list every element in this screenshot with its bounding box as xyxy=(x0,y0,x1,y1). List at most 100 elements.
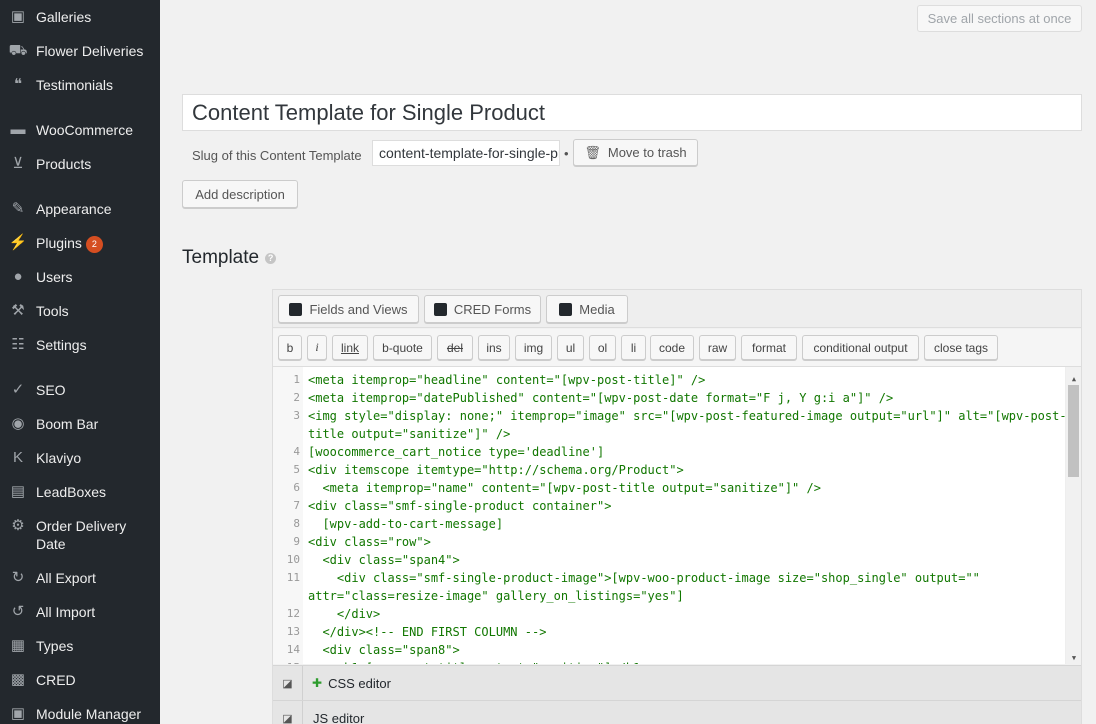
seo-icon: ✓ xyxy=(11,381,25,398)
quicktag-b-button[interactable]: b xyxy=(278,335,302,360)
woocommerce-icon: ▬ xyxy=(10,121,26,138)
sidebar-item-flower-deliveries[interactable]: ⛟ Flower Deliveries xyxy=(0,42,160,60)
pin-icon: ✚ xyxy=(312,676,323,690)
quicktag-format-button[interactable]: format xyxy=(741,335,797,360)
wrench-icon: ⚒ xyxy=(11,302,25,319)
code-text: title output="sanitize"]" /> xyxy=(308,427,511,441)
sidebar-item-seo[interactable]: ✓ SEO xyxy=(0,381,160,399)
sidebar-item-text: Testimonials xyxy=(36,77,114,93)
code-text: [wpv-add-to-cart-message] xyxy=(308,517,504,531)
sidebar-item-cred[interactable]: ▩ CRED xyxy=(0,671,160,689)
fields-and-views-button-label: Fields and Views xyxy=(309,301,408,317)
code-line: 9 <div class="row"> xyxy=(273,533,1063,551)
code-text: <div class="row"> xyxy=(308,535,431,549)
code-text: <div class="span4"> xyxy=(308,553,460,567)
code-text: <meta itemprop="headline" content="[wpv-… xyxy=(308,373,706,387)
code-line: 11 <div class="smf-single-product-image"… xyxy=(273,569,1063,587)
fields-and-views-button[interactable]: Fields and Views xyxy=(278,295,419,323)
slug-input[interactable]: content-template-for-single-product xyxy=(372,140,560,166)
sidebar-item-plugins[interactable]: ⚡ Plugins 2 xyxy=(0,234,160,253)
media-button-label: Media xyxy=(579,301,615,317)
boom-bar-icon: ◉ xyxy=(11,415,25,432)
sidebar-item-text: Plugins xyxy=(36,235,82,251)
line-number: 5 xyxy=(293,463,300,476)
sidebar-item-text: Products xyxy=(36,156,92,172)
sidebar-item-label: Products xyxy=(36,155,160,173)
quicktag-code-button[interactable]: code xyxy=(650,335,694,360)
leadboxes-icon: ▤ xyxy=(10,483,26,500)
sidebar-item-all-export[interactable]: ↻ All Export xyxy=(0,569,160,587)
quicktag-link-button[interactable]: link xyxy=(332,335,368,360)
sidebar-item-boom-bar[interactable]: ◉ Boom Bar xyxy=(0,415,160,433)
sidebar-item-tools[interactable]: ⚒ Tools xyxy=(0,302,160,320)
quicktag-b-quote-button[interactable]: b-quote xyxy=(373,335,432,360)
line-number: 8 xyxy=(293,517,300,530)
sidebar-item-module-manager[interactable]: ▣ Module Manager xyxy=(0,705,160,723)
line-number: 9 xyxy=(293,535,300,548)
sidebar-item-products[interactable]: ⊻ Products xyxy=(0,155,160,173)
quicktag-ul-button[interactable]: ul xyxy=(557,335,584,360)
code-line: 5 <div itemscope itemtype="http://schema.… xyxy=(273,461,1063,479)
sidebar-item-leadboxes[interactable]: ▤ LeadBoxes xyxy=(0,483,160,501)
sidebar-item-appearance[interactable]: ✎ Appearance xyxy=(0,200,160,218)
css-editor-panel[interactable]: ◪ ✚ CSS editor xyxy=(273,665,1081,701)
scroll-thumb[interactable] xyxy=(1068,385,1079,477)
quicktag-ins-button[interactable]: ins xyxy=(478,335,510,360)
sidebar-item-all-import[interactable]: ↺ All Import xyxy=(0,603,160,621)
sidebar-item-label: SEO xyxy=(36,381,160,399)
sidebar-item-types[interactable]: ▦ Types xyxy=(0,637,160,655)
code-line: title output="sanitize"]" /> xyxy=(273,425,1063,443)
code-editor-scrollbar[interactable]: ▲ ▼ xyxy=(1065,367,1081,664)
code-text: <div class="span8"> xyxy=(308,643,460,657)
help-icon[interactable]: ? xyxy=(265,252,277,264)
quicktag-i-button[interactable]: i xyxy=(307,335,327,360)
line-number: 2 xyxy=(293,391,300,404)
sidebar-item-text: Galleries xyxy=(36,9,92,25)
sidebar-item-settings[interactable]: ☷ Settings xyxy=(0,336,160,354)
quicktag-conditional-output-button[interactable]: conditional output xyxy=(802,335,919,360)
content-template-title-input[interactable]: Content Template for Single Product xyxy=(182,94,1082,131)
code-line: 1 <meta itemprop="headline" content="[wpv… xyxy=(273,371,1063,389)
sidebar-item-text: Flower Deliveries xyxy=(36,43,144,59)
quicktag-del-button[interactable]: del xyxy=(437,335,473,360)
sidebar-item-users[interactable]: ● Users xyxy=(0,268,160,286)
js-editor-panel[interactable]: ◪ JS editor xyxy=(273,700,1081,724)
quicktag-close-tags-button[interactable]: close tags xyxy=(924,335,998,360)
import-icon: ↺ xyxy=(11,603,25,620)
quicktag-li-button[interactable]: li xyxy=(621,335,646,360)
sidebar-item-text: LeadBoxes xyxy=(36,484,107,500)
move-to-trash-button[interactable]: 🗑 Move to trash xyxy=(573,139,698,166)
code-text: attr="class=resize-image" gallery_on_lis… xyxy=(308,589,684,603)
sidebar-item-order-delivery-date[interactable]: ⚙ Order Delivery Date xyxy=(0,517,160,553)
sidebar-item-text: All Import xyxy=(36,604,96,620)
quicktag-raw-button[interactable]: raw xyxy=(699,335,736,360)
template-section-heading: Template ? xyxy=(182,247,277,269)
line-number: 12 xyxy=(286,607,300,620)
panel-toggle-icon[interactable]: ◪ xyxy=(273,700,303,724)
sidebar-item-label: Appearance xyxy=(36,200,160,218)
code-text: </div> xyxy=(308,607,381,621)
sidebar-item-label: Boom Bar xyxy=(36,415,160,433)
admin-sidebar: ▣ Galleries ⛟ Flower Deliveries ❝ Testimonial… xyxy=(0,0,160,724)
add-description-button[interactable]: Add description xyxy=(182,180,298,208)
sidebar-item-galleries[interactable]: ▣ Galleries xyxy=(0,8,160,26)
cred-forms-button[interactable]: CRED Forms xyxy=(424,295,541,323)
sidebar-item-label: All Import xyxy=(36,603,160,621)
sidebar-item-text: Module Manager xyxy=(36,706,142,722)
panel-toggle-icon[interactable]: ◪ xyxy=(273,665,303,701)
klaviyo-icon: K xyxy=(12,449,23,466)
gear-icon: ⚙ xyxy=(11,517,25,534)
save-all-sections-button[interactable]: Save all sections at once xyxy=(917,5,1082,32)
sidebar-item-klaviyo[interactable]: K Klaviyo xyxy=(0,449,160,467)
quicktag-ol-button[interactable]: ol xyxy=(589,335,616,360)
scroll-down-icon[interactable]: ▼ xyxy=(1069,649,1079,664)
code-text: <meta itemprop="name" content="[wpv-post… xyxy=(308,481,821,495)
code-editor[interactable]: 1 <meta itemprop="headline" content="[wpv… xyxy=(273,366,1081,664)
line-number: 11 xyxy=(286,571,300,584)
sidebar-item-label: Galleries xyxy=(36,8,160,26)
quicktag-img-button[interactable]: img xyxy=(515,335,552,360)
module-manager-icon: ▣ xyxy=(10,705,26,722)
media-button[interactable]: Media xyxy=(546,295,628,323)
sidebar-item-woocommerce[interactable]: ▬ WooCommerce xyxy=(0,121,160,139)
sidebar-item-testimonials[interactable]: ❝ Testimonials xyxy=(0,76,160,94)
